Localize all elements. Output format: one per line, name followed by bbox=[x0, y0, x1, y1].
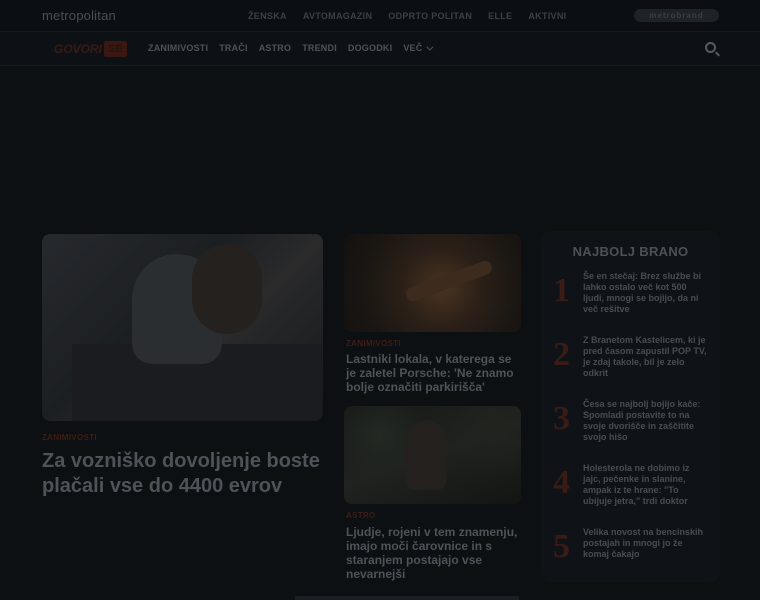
side-article-2-tag[interactable]: ASTRO bbox=[346, 511, 376, 520]
image-shape bbox=[192, 244, 262, 334]
main-article-tag[interactable]: ZANIMIVOSTI bbox=[42, 433, 97, 442]
nav-item-vec[interactable]: VEČ bbox=[403, 43, 434, 53]
network-link-aktivni[interactable]: AKTIVNI bbox=[528, 11, 566, 21]
rank-title[interactable]: Velika novost na bencinskih postajah in … bbox=[583, 527, 709, 560]
brand-badge[interactable]: metrobrand bbox=[634, 9, 719, 22]
main-article-image[interactable] bbox=[42, 234, 323, 421]
nav-menu: ZANIMIVOSTI TRAČI ASTRO TRENDI DOGODKI V… bbox=[148, 43, 434, 53]
rank-number: 2 bbox=[553, 336, 570, 373]
most-read-panel: NAJBOLJ BRANO 1 Še en stečaj: Brez služb… bbox=[541, 231, 720, 582]
main-article-title[interactable]: Za vozniško dovoljenje boste plačali vse… bbox=[42, 449, 327, 499]
chevron-down-icon bbox=[426, 43, 434, 51]
image-shape bbox=[406, 420, 446, 490]
site-logo-box: SE bbox=[104, 40, 127, 57]
most-read-item[interactable]: 1 Še en stečaj: Brez službe bi lahko ost… bbox=[553, 271, 713, 321]
network-link-zenska[interactable]: ŽENSKA bbox=[248, 11, 287, 21]
nav-item-dogodki[interactable]: DOGODKI bbox=[348, 43, 392, 53]
side-article-1-image[interactable] bbox=[344, 234, 521, 332]
nav-item-astro[interactable]: ASTRO bbox=[259, 43, 292, 53]
rank-title[interactable]: Holesterola ne dobimo iz jajc, pečenke i… bbox=[583, 463, 709, 507]
nav-item-traci[interactable]: TRAČI bbox=[219, 43, 248, 53]
side-article-2-title[interactable]: Ljudje, rojeni v tem znamenju, imajo moč… bbox=[346, 525, 522, 581]
nav-item-trendi[interactable]: TRENDI bbox=[302, 43, 337, 53]
network-link-odprto[interactable]: ODPRTO POLITAN bbox=[388, 11, 472, 21]
top-bar: metropolitan ŽENSKA AVTOMAGAZIN ODPRTO P… bbox=[0, 0, 760, 32]
rank-title[interactable]: Česa se najbolj bojijo kače: Spomladi po… bbox=[583, 399, 709, 443]
site-logo-word: GOVORI bbox=[54, 41, 103, 56]
rank-number: 3 bbox=[553, 400, 570, 437]
most-read-title: NAJBOLJ BRANO bbox=[572, 244, 689, 259]
main-nav: GOVORI SE ZANIMIVOSTI TRAČI ASTRO TRENDI… bbox=[0, 32, 760, 66]
site-logo[interactable]: GOVORI SE bbox=[54, 38, 127, 59]
nav-item-vec-label: VEČ bbox=[403, 43, 423, 53]
nav-item-zanimivosti[interactable]: ZANIMIVOSTI bbox=[148, 43, 208, 53]
metropolitan-logo[interactable]: metropolitan bbox=[42, 8, 116, 23]
network-link-avtomagazin[interactable]: AVTOMAGAZIN bbox=[303, 11, 372, 21]
rank-title[interactable]: Z Branetom Kastelicem, ki je pred časom … bbox=[583, 335, 709, 379]
network-link-elle[interactable]: ELLE bbox=[488, 11, 512, 21]
network-links: ŽENSKA AVTOMAGAZIN ODPRTO POLITAN ELLE A… bbox=[248, 11, 566, 21]
side-article-1-tag[interactable]: ZANIMIVOSTI bbox=[346, 339, 401, 348]
most-read-item[interactable]: 3 Česa se najbolj bojijo kače: Spomladi … bbox=[553, 399, 713, 449]
rank-number: 4 bbox=[553, 464, 570, 501]
most-read-item[interactable]: 4 Holesterola ne dobimo iz jajc, pečenke… bbox=[553, 463, 713, 513]
image-shape bbox=[404, 259, 494, 303]
rank-number: 5 bbox=[553, 528, 570, 565]
ad-space bbox=[0, 66, 760, 226]
most-read-item[interactable]: 5 Velika novost na bencinskih postajah i… bbox=[553, 527, 713, 577]
rank-number: 1 bbox=[553, 272, 570, 309]
rank-title[interactable]: Še en stečaj: Brez službe bi lahko ostal… bbox=[583, 271, 709, 315]
side-article-1-title[interactable]: Lastniki lokala, v katerega se je zalete… bbox=[346, 352, 522, 394]
search-icon[interactable] bbox=[705, 42, 716, 53]
bottom-banner-edge bbox=[295, 596, 519, 600]
side-article-2-image[interactable] bbox=[344, 406, 521, 504]
most-read-item[interactable]: 2 Z Branetom Kastelicem, ki je pred časo… bbox=[553, 335, 713, 385]
